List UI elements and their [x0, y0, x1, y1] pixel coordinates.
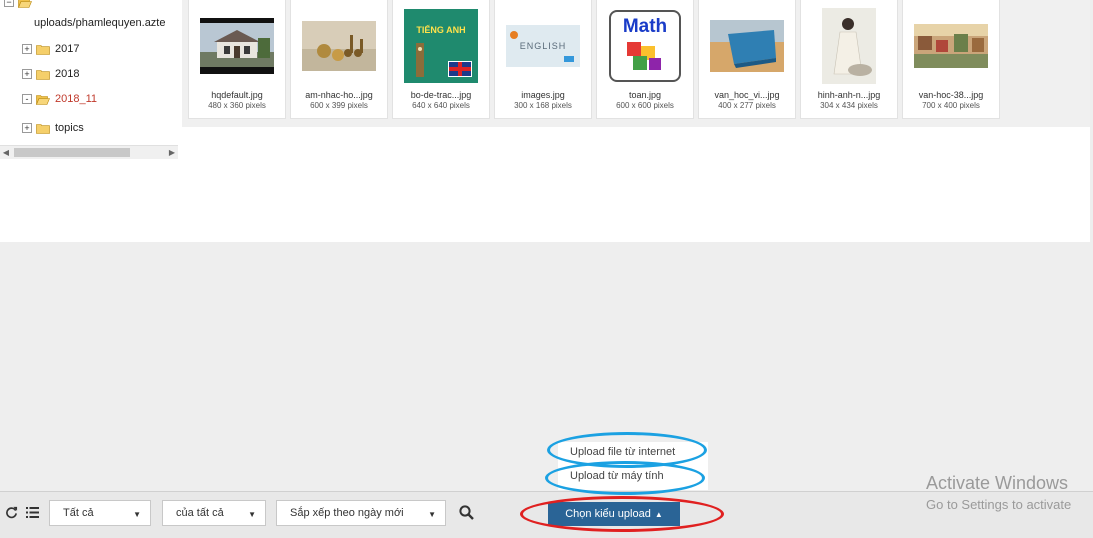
- chevron-down-icon: ▼: [133, 510, 141, 519]
- file-name: van-hoc-38...jpg: [918, 90, 984, 100]
- scroll-left-icon[interactable]: ◀: [0, 146, 12, 159]
- select-value: Sắp xếp theo ngày mới: [290, 507, 404, 519]
- collapse-icon[interactable]: -: [22, 94, 32, 104]
- chevron-down-icon: ▼: [248, 510, 256, 519]
- sort-select[interactable]: Sắp xếp theo ngày mới ▼: [276, 500, 446, 526]
- collapse-icon[interactable]: −: [4, 0, 14, 7]
- tree-folder-2018-11[interactable]: - 2018_11: [22, 91, 97, 107]
- folder-label: 2018: [55, 68, 80, 80]
- upload-from-internet-item[interactable]: Upload file từ internet: [570, 446, 675, 458]
- house-thumbnail-image: [200, 18, 274, 74]
- music-thumbnail-image: [302, 21, 376, 71]
- refresh-icon[interactable]: [3, 504, 19, 520]
- file-thumbnail: Math: [607, 8, 683, 84]
- browser-panel: − uploads/phamlequyen.azte + 2017 + 2018…: [0, 0, 1090, 242]
- file-thumbnail: [199, 8, 275, 84]
- file-size: 400 x 277 pixels: [718, 101, 776, 110]
- file-name: van_hoc_vi...jpg: [714, 90, 780, 100]
- list-view-icon[interactable]: [24, 504, 40, 520]
- file-grid: hqdefault.jpg 480 x 360 pixels am-nhac-h…: [182, 0, 1090, 127]
- file-size: 480 x 360 pixels: [208, 101, 266, 110]
- expand-icon[interactable]: +: [22, 44, 32, 54]
- scroll-right-icon[interactable]: ▶: [166, 146, 178, 159]
- file-thumbnail: ENGLISH: [505, 8, 581, 84]
- folder-open-icon: [18, 0, 32, 8]
- book-title: TIẾNG ANH: [416, 25, 466, 35]
- watermark-line-1: Activate Windows: [926, 473, 1069, 493]
- file-thumbnail: [811, 8, 887, 84]
- clock-face-shape: [418, 47, 422, 51]
- file-card[interactable]: TIẾNG ANH bo-de-trac...jpg 640 x 640 pix…: [392, 0, 490, 119]
- upload-button-label: Chọn kiểu upload: [565, 508, 651, 520]
- file-name: hinh-anh-n...jpg: [817, 90, 881, 100]
- tree-folder-2017[interactable]: + 2017: [22, 41, 79, 57]
- file-size: 304 x 434 pixels: [820, 101, 878, 110]
- file-size: 640 x 640 pixels: [412, 101, 470, 110]
- select-value: của tất cả: [176, 507, 224, 519]
- file-card[interactable]: hqdefault.jpg 480 x 360 pixels: [188, 0, 286, 119]
- folder-label: topics: [55, 122, 84, 134]
- select-value: Tất cả: [63, 507, 94, 519]
- file-card[interactable]: van_hoc_vi...jpg 400 x 277 pixels: [698, 0, 796, 119]
- file-name: am-nhac-ho...jpg: [305, 90, 373, 100]
- literature-thumbnail-image: [710, 20, 784, 72]
- math-title: Math: [622, 16, 668, 37]
- file-name: hqdefault.jpg: [211, 90, 263, 100]
- village-thumbnail-image: [914, 24, 988, 68]
- uk-flag-icon: [448, 61, 472, 77]
- tree-root-path[interactable]: uploads/phamlequyen.azte: [34, 15, 165, 31]
- file-size: 600 x 600 pixels: [616, 101, 674, 110]
- root-path-label: uploads/phamlequyen.azte: [34, 17, 166, 29]
- english-book-thumbnail-image: TIẾNG ANH: [404, 9, 478, 83]
- folder-icon: [36, 123, 50, 134]
- tree-horizontal-scrollbar[interactable]: ◀ ▶: [0, 145, 178, 159]
- file-name: toan.jpg: [628, 90, 662, 100]
- english-word: ENGLISH: [519, 41, 567, 51]
- expand-icon[interactable]: +: [22, 69, 32, 79]
- tree-folder-2018[interactable]: + 2018: [22, 66, 79, 82]
- file-thumbnail: TIẾNG ANH: [403, 8, 479, 84]
- file-thumbnail: [913, 8, 989, 84]
- math-block-shape: [627, 42, 641, 56]
- file-card[interactable]: Math toan.jpg 600 x 600 pixels: [596, 0, 694, 119]
- file-thumbnail: [709, 8, 785, 84]
- chevron-down-icon: ▼: [428, 510, 436, 519]
- folder-tree: − uploads/phamlequyen.azte + 2017 + 2018…: [0, 0, 180, 160]
- file-size: 600 x 399 pixels: [310, 101, 368, 110]
- folder-icon: [36, 44, 50, 55]
- file-name: bo-de-trac...jpg: [410, 90, 472, 100]
- math-block-shape: [649, 58, 661, 70]
- scroll-thumb[interactable]: [14, 148, 130, 157]
- math-block-shape: [633, 56, 647, 70]
- folder-label: 2017: [55, 43, 80, 55]
- watermark-line-2: Go to Settings to activate: [926, 497, 1072, 512]
- tree-folder-topics[interactable]: + topics: [22, 120, 84, 136]
- file-card[interactable]: van-hoc-38...jpg 700 x 400 pixels: [902, 0, 1000, 119]
- file-name: images.jpg: [521, 90, 565, 100]
- file-card[interactable]: hinh-anh-n...jpg 304 x 434 pixels: [800, 0, 898, 119]
- search-icon[interactable]: [458, 504, 474, 520]
- english-thumbnail-image: ENGLISH: [506, 25, 580, 67]
- portrait-thumbnail-image: [822, 8, 876, 84]
- math-thumbnail-image: Math: [609, 10, 681, 82]
- caret-up-icon: ▲: [654, 509, 663, 519]
- file-thumbnail: [301, 8, 377, 84]
- upload-from-computer-item[interactable]: Upload từ máy tính: [570, 470, 664, 482]
- expand-icon[interactable]: +: [22, 123, 32, 133]
- owner-filter-select[interactable]: của tất cả ▼: [162, 500, 266, 526]
- file-size: 700 x 400 pixels: [922, 101, 980, 110]
- folder-icon: [36, 69, 50, 80]
- folder-label-active: 2018_11: [55, 93, 98, 105]
- upload-type-menu: Upload file từ internet Upload từ máy tí…: [558, 442, 708, 490]
- file-card[interactable]: ENGLISH images.jpg 300 x 168 pixels: [494, 0, 592, 119]
- file-card[interactable]: am-nhac-ho...jpg 600 x 399 pixels: [290, 0, 388, 119]
- folder-open-icon: [36, 94, 50, 105]
- windows-activation-watermark: Activate Windows Go to Settings to activ…: [926, 473, 1071, 512]
- tree-root[interactable]: −: [4, 0, 37, 10]
- file-size: 300 x 168 pixels: [514, 101, 572, 110]
- file-type-filter-select[interactable]: Tất cả ▼: [49, 500, 151, 526]
- choose-upload-type-button[interactable]: Chọn kiểu upload ▲: [548, 502, 680, 526]
